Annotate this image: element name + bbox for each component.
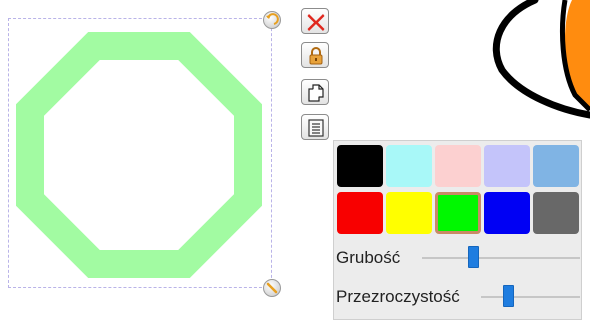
resize-handle[interactable] <box>263 279 281 297</box>
resize-icon <box>266 282 278 294</box>
menu-icon <box>308 119 324 137</box>
color-swatch[interactable] <box>337 145 383 187</box>
color-swatch[interactable] <box>484 192 530 234</box>
properties-button[interactable] <box>301 114 329 140</box>
close-icon <box>307 14 325 31</box>
rotate-icon <box>266 13 279 25</box>
thickness-track[interactable] <box>422 257 580 259</box>
color-swatch[interactable] <box>386 145 432 187</box>
lock-button[interactable] <box>301 42 329 68</box>
opacity-slider-thumb[interactable] <box>502 285 514 307</box>
copy-icon <box>308 84 324 102</box>
color-swatch[interactable] <box>386 192 432 234</box>
opacity-label: Przezroczystość <box>336 287 460 306</box>
style-panel: Grubość Przezroczystość <box>333 140 582 320</box>
color-swatch[interactable] <box>533 192 579 234</box>
delete-button[interactable] <box>301 8 329 34</box>
color-swatch[interactable] <box>337 192 383 234</box>
selection-frame <box>8 18 272 288</box>
color-swatch[interactable] <box>484 145 530 187</box>
opacity-track[interactable] <box>481 296 580 298</box>
thickness-label: Grubość <box>336 248 401 267</box>
color-swatch[interactable] <box>533 145 579 187</box>
duplicate-button[interactable] <box>301 79 329 105</box>
lock-icon <box>309 47 323 65</box>
rotate-handle[interactable] <box>263 11 281 29</box>
thickness-slider-thumb[interactable] <box>467 246 479 268</box>
color-swatch[interactable] <box>435 192 481 234</box>
color-swatch[interactable] <box>435 145 481 187</box>
